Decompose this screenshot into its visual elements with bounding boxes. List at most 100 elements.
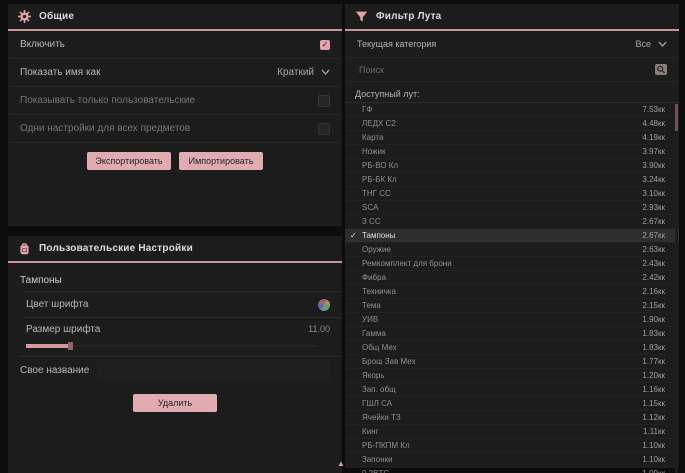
available-loot-label: Доступный лут: xyxy=(345,82,679,102)
scrollbar[interactable] xyxy=(675,103,678,473)
loot-item-name: Общ Мех xyxy=(362,343,397,352)
loot-item-value: 2.63кк xyxy=(642,245,665,254)
loot-item-name: ЛЕДХ С2 xyxy=(362,119,396,128)
loot-item-value: 2.42кк xyxy=(642,273,665,282)
loot-item-row[interactable]: ГФ 7.53кк xyxy=(345,103,679,117)
chevron-down-icon xyxy=(658,39,667,49)
loot-item-row[interactable]: SCA 2.93кк xyxy=(345,201,679,215)
enable-row: Включить ✓ xyxy=(10,31,340,59)
loot-item-row[interactable]: ЛЕДХ С2 4.48кк xyxy=(345,117,679,131)
loot-item-name: ГФ xyxy=(362,105,372,114)
loot-item-value: 1.90кк xyxy=(642,315,665,324)
loot-item-value: 7.53кк xyxy=(642,105,665,114)
loot-item-row[interactable]: РБ-ПКПМ Кл 1.10кк xyxy=(345,439,679,453)
loot-item-value: 2.16кк xyxy=(642,287,665,296)
loot-item-row[interactable]: Брош Зав Мех 1.77кк xyxy=(345,355,679,369)
loot-item-value: 3.90кк xyxy=(642,161,665,170)
import-button[interactable]: Импортировать xyxy=(179,152,263,170)
scrollbar-thumb[interactable] xyxy=(675,104,678,131)
loot-item-row[interactable]: З СС 2.67кк xyxy=(345,215,679,229)
search-row xyxy=(347,58,677,82)
font-size-slider[interactable] xyxy=(26,342,318,350)
loot-item-value: 2.67кк xyxy=(642,217,665,226)
loot-item-value: 2.67кк xyxy=(642,231,665,240)
loot-item-row[interactable]: Ремкомплект для брони 2.43кк xyxy=(345,257,679,271)
loot-item-row[interactable]: Общ Мех 1.83кк xyxy=(345,341,679,355)
loot-item-row[interactable]: Ячейки ТЗ 1.12кк xyxy=(345,411,679,425)
loot-item-value: 1.20кк xyxy=(642,371,665,380)
loot-item-value: 4.48кк xyxy=(642,119,665,128)
show-name-row: Показать имя как Краткий xyxy=(10,59,340,87)
search-icon[interactable] xyxy=(655,64,667,75)
loot-item-row[interactable]: Гамма 1.83кк xyxy=(345,327,679,341)
loot-item-row[interactable]: РБ-ВО Кл 3.90кк xyxy=(345,159,679,173)
loot-item-name: SCA xyxy=(362,203,378,212)
loot-item-name: Гамма xyxy=(362,329,386,338)
loot-item-name: РБ-ПКПМ Кл xyxy=(362,441,410,450)
loot-item-row[interactable]: Тема 2.15кк xyxy=(345,299,679,313)
panel-loot-filter: Фильтр Лута Текущая категория Все Доступ… xyxy=(345,4,679,468)
delete-button[interactable]: Удалить xyxy=(133,394,217,412)
loot-filter-overlay: Общие Включить ✓ Показать имя как Кратки… xyxy=(0,0,685,473)
loot-item-row[interactable]: Якорь 1.20кк xyxy=(345,369,679,383)
panel-filter-header: Фильтр Лута xyxy=(345,4,679,31)
loot-item-name: Карта xyxy=(362,133,383,142)
selected-item-name: Тампоны xyxy=(20,275,332,286)
loot-item-value: 1.12кк xyxy=(642,413,665,422)
check-icon: ✓ xyxy=(350,229,357,242)
loot-item-row[interactable]: Оружие 2.63кк xyxy=(345,243,679,257)
loot-item-name: РБ-БК Кл xyxy=(362,175,397,184)
custom-name-input[interactable] xyxy=(97,361,330,381)
loot-item-row[interactable]: Фибра 2.42кк xyxy=(345,271,679,285)
loot-item-row[interactable]: РБ-БК Кл 3.24кк xyxy=(345,173,679,187)
loot-item-name: Тема xyxy=(362,301,381,310)
loot-item-row[interactable]: Ножик 3.97кк xyxy=(345,145,679,159)
search-input[interactable] xyxy=(357,64,655,76)
custom-name-label: Свое название xyxy=(20,365,89,376)
loot-item-value: 3.24кк xyxy=(642,175,665,184)
loot-item-row[interactable]: 0.2BTC 1.09кк xyxy=(345,467,679,473)
loot-item-row[interactable]: ГШЛ СА 1.15кк xyxy=(345,397,679,411)
loot-item-row[interactable]: Запонки 1.10кк xyxy=(345,453,679,467)
panel-custom-title: Пользовательские Настройки xyxy=(39,243,193,254)
enable-label: Включить xyxy=(20,39,65,50)
loot-item-value: 3.10кк xyxy=(642,189,665,198)
loot-item-row[interactable]: Техничка 2.16кк xyxy=(345,285,679,299)
color-wheel-icon[interactable] xyxy=(318,299,330,311)
show-name-dropdown[interactable]: Краткий xyxy=(277,67,330,78)
loot-item-name: 0.2BTC xyxy=(362,469,389,473)
slider-handle[interactable] xyxy=(68,342,73,350)
category-row: Текущая категория Все xyxy=(347,31,677,58)
font-size-value: 11.00 xyxy=(308,324,330,334)
loot-item-row[interactable]: ✓ Тампоны 2.67кк xyxy=(345,229,679,243)
same-settings-label: Одни настройки для всех предметов xyxy=(20,123,190,134)
loot-item-row[interactable]: Зап. общ 1.16кк xyxy=(345,383,679,397)
loot-item-row[interactable]: Карта 4.19кк xyxy=(345,131,679,145)
loot-item-value: 4.19кк xyxy=(642,133,665,142)
loot-item-name: УИВ xyxy=(362,315,378,324)
loot-item-row[interactable]: УИВ 1.90кк xyxy=(345,313,679,327)
only-custom-checkbox[interactable] xyxy=(318,95,330,107)
loot-item-name: З СС xyxy=(362,217,381,226)
same-settings-checkbox[interactable] xyxy=(318,123,330,135)
loot-item-name: Ячейки ТЗ xyxy=(362,413,401,422)
drag-handle-icon[interactable]: ▲ xyxy=(337,460,345,468)
loot-item-value: 2.93кк xyxy=(642,203,665,212)
enable-checkbox[interactable]: ✓ xyxy=(320,40,330,50)
loot-item-row[interactable]: Кинг 1.11кк xyxy=(345,425,679,439)
loot-item-value: 2.43кк xyxy=(642,259,665,268)
show-name-label: Показать имя как xyxy=(20,67,100,78)
export-button[interactable]: Экспортировать xyxy=(87,152,171,170)
font-size-row: Размер шрифта 11.00 xyxy=(24,317,340,340)
loot-item-name: ТНГ СС xyxy=(362,189,391,198)
loot-item-name: Запонки xyxy=(362,455,392,464)
loot-item-value: 1.83кк xyxy=(642,343,665,352)
category-dropdown[interactable]: Все xyxy=(635,39,667,49)
slider-fill xyxy=(26,344,70,348)
font-size-label: Размер шрифта xyxy=(26,324,100,335)
loot-list: ГФ 7.53кк ЛЕДХ С2 4.48кк Карта 4.19кк xyxy=(345,102,679,473)
loot-item-value: 2.15кк xyxy=(642,301,665,310)
loot-item-value: 3.97кк xyxy=(642,147,665,156)
loot-item-value: 1.83кк xyxy=(642,329,665,338)
loot-item-row[interactable]: ТНГ СС 3.10кк xyxy=(345,187,679,201)
